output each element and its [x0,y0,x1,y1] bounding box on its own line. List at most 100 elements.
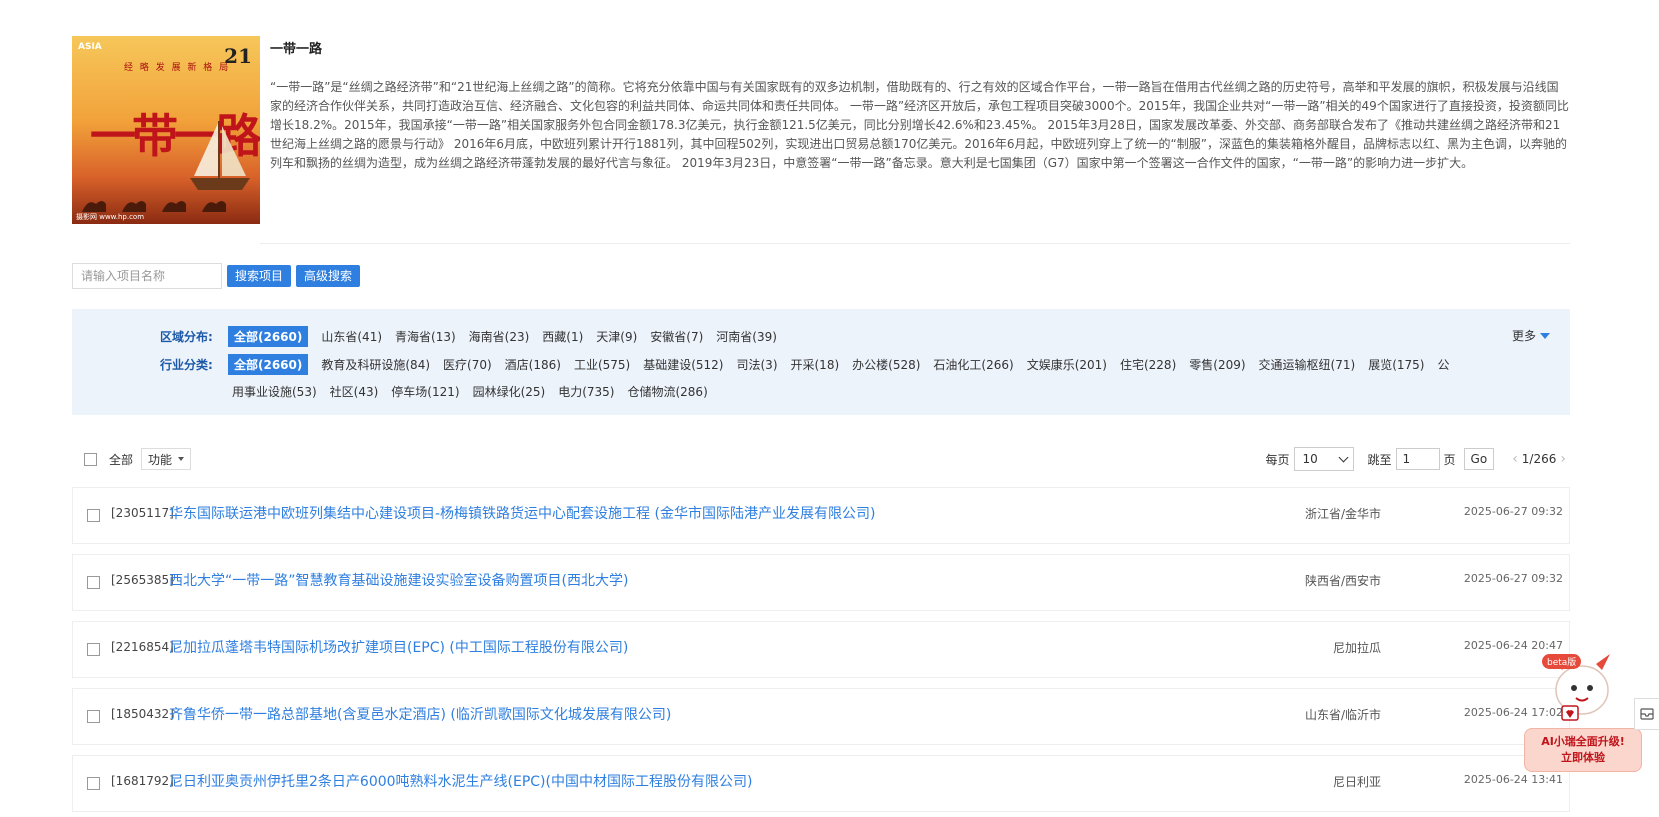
jump-label: 跳至 [1367,452,1392,467]
industry-chip-all[interactable]: 全部(2660) [228,354,309,375]
intro-description: “一带一路”是“丝绸之路经济带”和“21世纪海上丝绸之路”的简称。它将充分依靠中… [270,80,1569,170]
row-checkbox[interactable] [87,576,100,589]
per-page-label: 每页 [1265,452,1290,467]
project-code: [2565385] [111,573,174,587]
industry-chip[interactable]: 住宅(228) [1120,354,1176,375]
region-chip[interactable]: 天津(9) [596,326,637,347]
region-chip[interactable]: 青海省(13) [395,326,456,347]
cover-bottom-text: 摄影网 www.hp.com [76,213,145,221]
project-region: 尼加拉瓜 [1332,641,1381,655]
ai-beta-badge: beta版 [1542,654,1582,669]
belt-road-cover-image: ASIA 经 略 发 展 新 格 局 21 一带一路 摄影网 www.hp.co… [72,36,260,224]
row-checkbox[interactable] [87,509,100,522]
project-time: 2025-06-24 13:41 [1463,773,1563,786]
project-region: 尼日利亚 [1332,775,1381,789]
region-chip[interactable]: 山东省(41) [321,326,382,347]
row-checkbox[interactable] [87,710,100,723]
more-label: 更多 [1511,329,1536,343]
industry-chip[interactable]: 石油化工(266) [933,354,1013,375]
row-checkbox[interactable] [87,643,100,656]
industry-filter-label: 行业分类: [160,358,213,372]
project-time: 2025-06-27 09:32 [1463,572,1563,585]
page-unit-label: 页 [1443,452,1456,467]
search-project-button[interactable]: 搜索项目 [227,265,292,287]
industry-chip[interactable]: 社区(43) [330,381,379,402]
region-chip[interactable]: 海南省(23) [469,326,530,347]
project-time: 2025-06-27 09:32 [1463,505,1563,518]
toolbar-left: 全部 功能 [84,448,192,470]
search-bar: 搜索项目 高级搜索 [72,263,361,289]
per-page-select[interactable]: 10 [1293,447,1354,471]
project-row: [1850432] 齐鲁华侨一带一路总部基地(含夏邑水定酒店) (临沂凯歌国际文… [72,688,1570,745]
caret-down-icon [178,457,185,461]
industry-chip[interactable]: 园林绿化(25) [473,381,546,402]
inbox-icon [1640,708,1654,720]
project-region: 山东省/临沂市 [1304,708,1381,722]
project-region: 浙江省/金华市 [1304,507,1381,521]
industry-chip[interactable]: 教育及科研设施(84) [321,354,430,375]
industry-chip[interactable]: 电力(735) [558,381,614,402]
industry-chip[interactable]: 公 [1437,354,1449,375]
ai-promo-line2: 立即体验 [1561,751,1605,764]
filter-panel: 区域分布: 全部(2660) 山东省(41) 青海省(13) 海南省(23) 西… [72,309,1570,415]
prev-page-icon[interactable]: ‹ [1512,451,1518,467]
side-panel-toggle[interactable] [1634,698,1659,730]
region-chip[interactable]: 西藏(1) [542,326,583,347]
cover-badge: 21 [224,44,252,68]
select-all-label: 全部 [109,452,134,467]
jump-page-input[interactable]: 1 [1395,448,1440,470]
divider [260,243,1570,244]
function-dropdown[interactable]: 功能 [141,448,192,470]
project-title-link[interactable]: 尼日利亚奥贡州伊托里2条日产6000吨熟料水泥生产线(EPC)(中国中材国际工程… [169,771,752,791]
project-title-link[interactable]: 齐鲁华侨一带一路总部基地(含夏邑水定酒店) (临沂凯歌国际文化城发展有限公司) [169,704,671,724]
industry-filter-row: 行业分类: 全部(2660) 教育及科研设施(84) 医疗(70) 酒店(186… [160,354,1462,375]
region-chip-all[interactable]: 全部(2660) [228,326,309,347]
industry-chip[interactable]: 医疗(70) [443,354,492,375]
go-button[interactable]: Go [1463,448,1495,470]
industry-chip[interactable]: 文娱康乐(201) [1027,354,1107,375]
camel-caravan-icon [82,201,226,212]
more-regions-button[interactable]: 更多 [1512,327,1550,344]
industry-chip[interactable]: 酒店(186) [505,354,561,375]
industry-chip[interactable]: 零售(209) [1189,354,1245,375]
industry-chip[interactable]: 开采(18) [791,354,840,375]
project-title-link[interactable]: 尼加拉瓜蓬塔韦特国际机场改扩建项目(EPC) (中工国际工程股份有限公司) [169,637,628,657]
industry-chip[interactable]: 仓储物流(286) [627,381,707,402]
industry-chip[interactable]: 停车场(121) [391,381,459,402]
intro-title: 一带一路 [270,42,323,57]
region-filter-row: 区域分布: 全部(2660) 山东省(41) 青海省(13) 海南省(23) 西… [160,326,790,347]
ai-promo-button[interactable]: AI小瑞全面升级! 立即体验 [1524,728,1642,772]
project-code: [2216854] [111,640,174,654]
industry-chip[interactable]: 基础建设(512) [643,354,723,375]
per-page-value: 10 [1302,452,1318,466]
region-filter-label: 区域分布: [160,330,213,344]
project-row: [1681792] 尼日利亚奥贡州伊托里2条日产6000吨熟料水泥生产线(EPC… [72,755,1570,812]
function-label: 功能 [148,452,173,467]
project-title-link[interactable]: 西北大学“一带一路”智慧教育基础设施建设实验室设备购置项目(西北大学) [169,570,628,590]
project-region: 陕西省/西安市 [1304,574,1381,588]
project-row: [2565385] 西北大学“一带一路”智慧教育基础设施建设实验室设备购置项目(… [72,554,1570,611]
ai-promo-line1: AI小瑞全面升级! [1541,735,1625,748]
industry-chip[interactable]: 交通运输枢纽(71) [1259,354,1356,375]
region-chip[interactable]: 河南省(39) [716,326,777,347]
pagination: 每页 10 跳至 1 页 Go ‹ 1/266 › [1266,447,1571,471]
page-indicator: 1/266 [1521,452,1557,466]
project-row: [2216854] 尼加拉瓜蓬塔韦特国际机场改扩建项目(EPC) (中工国际工程… [72,621,1570,678]
row-checkbox[interactable] [87,777,100,790]
select-all-checkbox[interactable] [84,452,97,466]
region-chip[interactable]: 安徽省(7) [650,326,703,347]
industry-chip[interactable]: 展览(175) [1368,354,1424,375]
next-page-icon[interactable]: › [1560,451,1566,467]
project-code: [2305117] [111,506,174,520]
industry-chip[interactable]: 办公楼(528) [852,354,920,375]
industry-chip[interactable]: 司法(3) [737,354,778,375]
cover-top-text: 经 略 发 展 新 格 局 [124,63,231,73]
triangle-down-icon [1540,332,1550,339]
project-list: [2305117] 华东国际联运港中欧班列集结中心建设项目-杨梅镇铁路货运中心配… [72,487,1570,817]
list-toolbar: 全部 功能 每页 10 跳至 1 页 Go ‹ 1/266 › [72,445,1570,473]
industry-chip[interactable]: 用事业设施(53) [232,381,317,402]
industry-chip[interactable]: 工业(575) [574,354,630,375]
project-title-link[interactable]: 华东国际联运港中欧班列集结中心建设项目-杨梅镇铁路货运中心配套设施工程 (金华市… [169,503,875,523]
advanced-search-button[interactable]: 高级搜索 [296,265,361,287]
search-input[interactable] [72,263,222,289]
